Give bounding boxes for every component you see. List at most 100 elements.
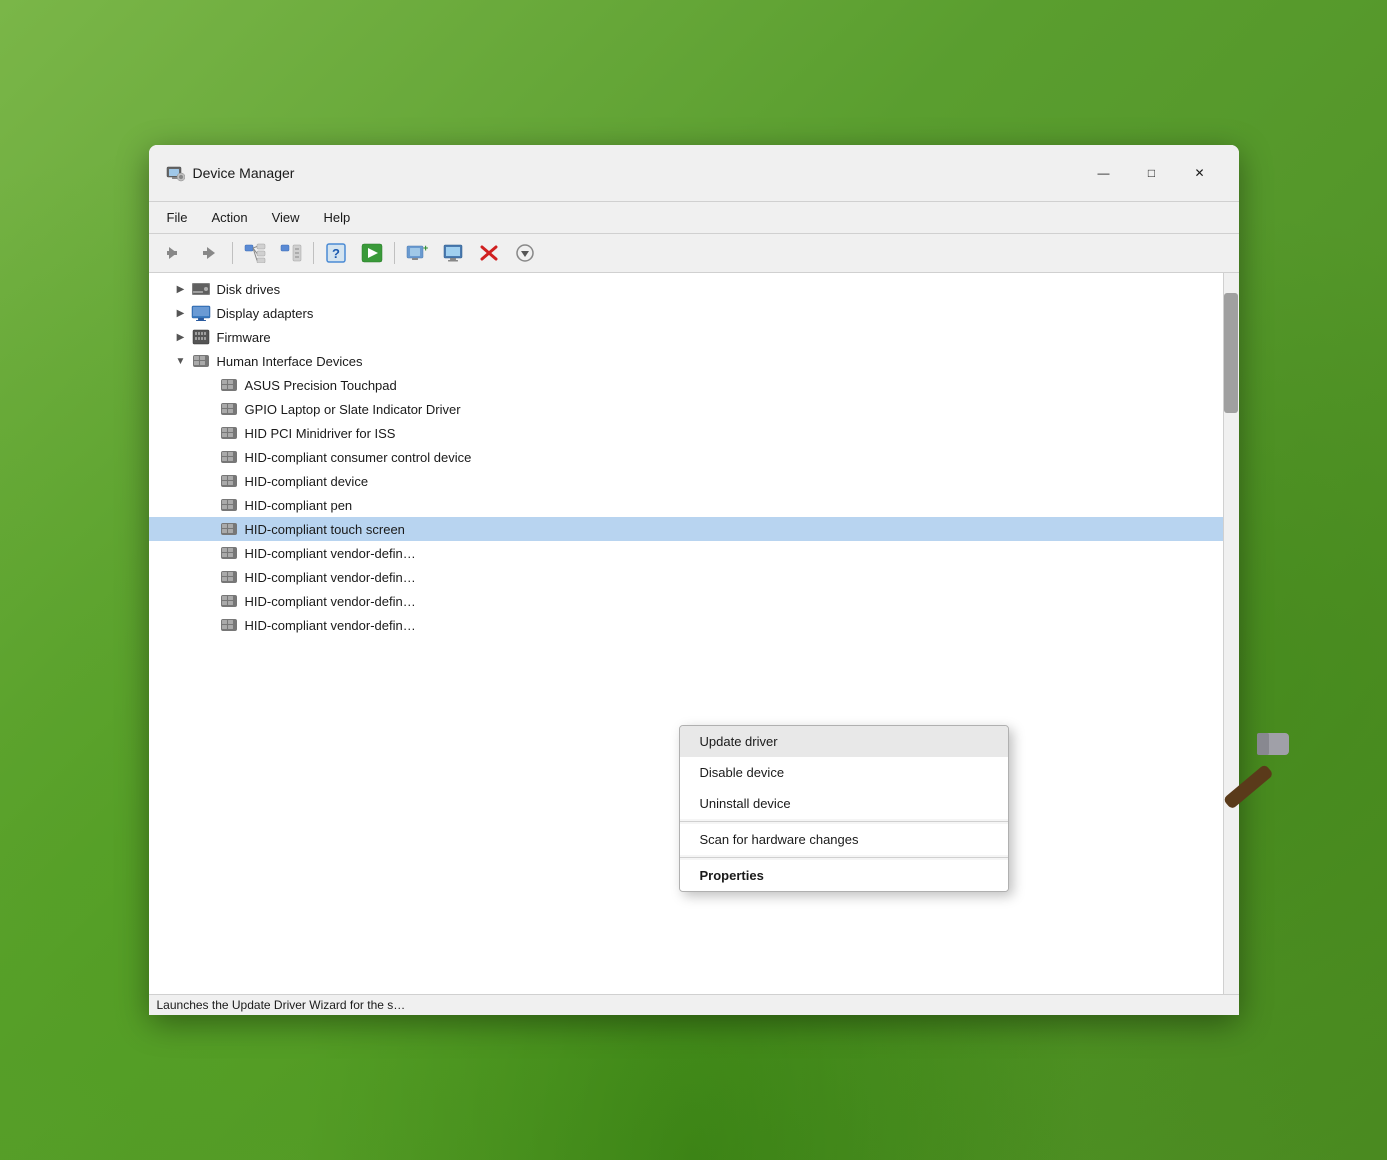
toolbar: ? + <box>149 234 1239 273</box>
tree-item-hid-touch-screen[interactable]: ▶ HID-compliant touch screen <box>149 517 1223 541</box>
scan-icon <box>514 243 536 263</box>
hid-vendor2-icon <box>219 567 239 587</box>
maximize-button[interactable]: □ <box>1129 157 1175 189</box>
tree-item-asus-touchpad[interactable]: ▶ ASUS Precision Touchpad <box>149 373 1223 397</box>
uninstall-icon <box>478 243 500 263</box>
menu-action[interactable]: Action <box>201 206 257 229</box>
tree-item-disk-drives[interactable]: ▶ Disk drives <box>149 277 1223 301</box>
ctx-properties[interactable]: Properties <box>680 860 1008 891</box>
monitor-icon <box>442 243 464 263</box>
ctx-scan-hardware-label: Scan for hardware changes <box>700 832 859 847</box>
ctx-separator-1 <box>680 821 1008 822</box>
hid-pen-label: HID-compliant pen <box>245 498 353 513</box>
hid-vendor3-icon <box>219 591 239 611</box>
menu-view[interactable]: View <box>262 206 310 229</box>
window-controls: — □ ✕ <box>1081 157 1223 189</box>
window-title: Device Manager <box>193 165 1081 181</box>
svg-text:?: ? <box>332 246 340 261</box>
separator-2 <box>313 242 314 264</box>
ctx-uninstall-device-label: Uninstall device <box>700 796 791 811</box>
display-adapters-icon <box>191 303 211 323</box>
ctx-separator-2 <box>680 857 1008 858</box>
ctx-scan-hardware[interactable]: Scan for hardware changes <box>680 824 1008 855</box>
forward-button[interactable] <box>193 238 227 268</box>
expand-icon-display: ▶ <box>173 305 189 321</box>
menu-file[interactable]: File <box>157 206 198 229</box>
expand-icon-hid: ▼ <box>173 353 189 369</box>
separator-3 <box>394 242 395 264</box>
add-device-icon: + <box>406 243 428 263</box>
status-bar: Launches the Update Driver Wizard for th… <box>149 994 1239 1015</box>
back-button[interactable] <box>157 238 191 268</box>
menu-help[interactable]: Help <box>314 206 361 229</box>
title-bar: Device Manager — □ ✕ <box>149 145 1239 202</box>
firmware-label: Firmware <box>217 330 271 345</box>
minimize-button[interactable]: — <box>1081 157 1127 189</box>
hid-consumer-icon <box>219 447 239 467</box>
tree-item-hid-vendor2[interactable]: ▶ HID-compliant vendor-defin… <box>149 565 1223 589</box>
resources-type-button[interactable] <box>274 238 308 268</box>
context-menu: Update driver Disable device Uninstall d… <box>679 725 1009 892</box>
hid-vendor4-icon <box>219 615 239 635</box>
asus-touchpad-label: ASUS Precision Touchpad <box>245 378 397 393</box>
tree-item-hid-pci[interactable]: ▶ HID PCI Minidriver for ISS <box>149 421 1223 445</box>
tree-view-icon <box>244 243 266 263</box>
firmware-icon <box>191 327 211 347</box>
window-icon <box>165 163 185 183</box>
tree-item-firmware[interactable]: ▶ Firmware <box>149 325 1223 349</box>
ctx-update-driver[interactable]: Update driver <box>680 726 1008 757</box>
hid-icon <box>191 351 211 371</box>
hid-consumer-label: HID-compliant consumer control device <box>245 450 472 465</box>
ctx-disable-device-label: Disable device <box>700 765 785 780</box>
monitor-button[interactable] <box>436 238 470 268</box>
forward-icon <box>201 245 219 261</box>
properties-toolbar-button[interactable]: ? <box>319 238 353 268</box>
disk-drives-label: Disk drives <box>217 282 281 297</box>
tree-item-hid-vendor3[interactable]: ▶ HID-compliant vendor-defin… <box>149 589 1223 613</box>
hid-touch-screen-icon <box>219 519 239 539</box>
hid-vendor1-icon <box>219 543 239 563</box>
display-adapters-label: Display adapters <box>217 306 314 321</box>
tree-item-hid-vendor4[interactable]: ▶ HID-compliant vendor-defin… <box>149 613 1223 637</box>
gpio-icon <box>219 399 239 419</box>
hid-vendor1-label: HID-compliant vendor-defin… <box>245 546 416 561</box>
hid-label: Human Interface Devices <box>217 354 363 369</box>
tree-item-gpio[interactable]: ▶ GPIO Laptop or Slate Indicator Driver <box>149 397 1223 421</box>
scrollbar-track[interactable] <box>1223 273 1239 994</box>
hid-pen-icon <box>219 495 239 515</box>
hid-vendor2-label: HID-compliant vendor-defin… <box>245 570 416 585</box>
asus-touchpad-icon <box>219 375 239 395</box>
device-manager-window: Device Manager — □ ✕ File Action View He… <box>149 145 1239 1015</box>
menu-bar: File Action View Help <box>149 202 1239 234</box>
separator-1 <box>232 242 233 264</box>
ctx-disable-device[interactable]: Disable device <box>680 757 1008 788</box>
svg-text:+: + <box>423 243 428 253</box>
tree-item-hid-device[interactable]: ▶ HID-compliant device <box>149 469 1223 493</box>
tree-item-hid[interactable]: ▼ Human Interface Devices <box>149 349 1223 373</box>
ctx-uninstall-device[interactable]: Uninstall device <box>680 788 1008 819</box>
hid-device-icon <box>219 471 239 491</box>
hid-pci-label: HID PCI Minidriver for ISS <box>245 426 396 441</box>
tree-item-hid-consumer[interactable]: ▶ HID-compliant consumer control device <box>149 445 1223 469</box>
scan-button[interactable] <box>508 238 542 268</box>
tree-item-hid-vendor1[interactable]: ▶ HID-compliant vendor-defin… <box>149 541 1223 565</box>
tree-item-display-adapters[interactable]: ▶ Display adapters <box>149 301 1223 325</box>
hid-vendor3-label: HID-compliant vendor-defin… <box>245 594 416 609</box>
expand-icon-disk: ▶ <box>173 281 189 297</box>
hammer-icon <box>1209 725 1299 815</box>
close-button[interactable]: ✕ <box>1177 157 1223 189</box>
hid-pci-icon <box>219 423 239 443</box>
update-driver-button[interactable] <box>355 238 389 268</box>
back-icon <box>165 245 183 261</box>
expand-icon-firmware: ▶ <box>173 329 189 345</box>
add-device-button[interactable]: + <box>400 238 434 268</box>
hid-device-label: HID-compliant device <box>245 474 369 489</box>
tree-item-hid-pen[interactable]: ▶ HID-compliant pen <box>149 493 1223 517</box>
scrollbar-thumb[interactable] <box>1224 293 1238 413</box>
hammer-decoration <box>1209 725 1299 815</box>
tree-view-button[interactable] <box>238 238 272 268</box>
uninstall-button[interactable] <box>472 238 506 268</box>
resources-type-icon <box>280 243 302 263</box>
ctx-update-driver-label: Update driver <box>700 734 778 749</box>
gpio-label: GPIO Laptop or Slate Indicator Driver <box>245 402 461 417</box>
